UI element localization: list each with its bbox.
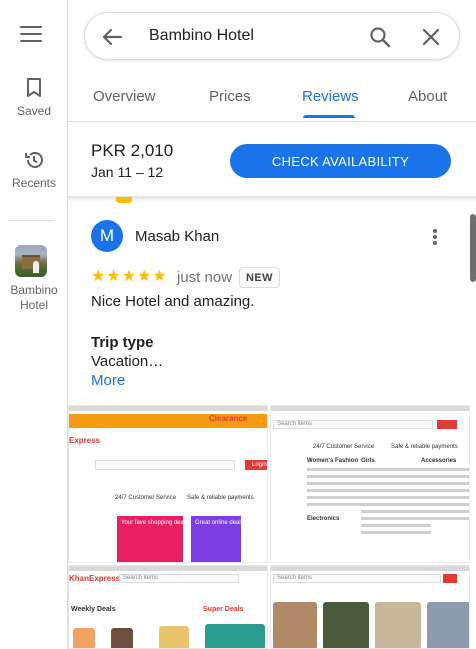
reviewer-name[interactable]: Masab Khan	[135, 228, 219, 245]
photo-2-search: Search items	[277, 421, 313, 427]
review-time: just now	[177, 269, 233, 286]
photo-2-electronics: Electronics	[307, 516, 340, 522]
tab-reviews[interactable]: Reviews	[302, 88, 359, 105]
review-photos: Clearance Express Login 24/7 Customer Se…	[68, 405, 470, 649]
photo-2-accessories: Accessories	[421, 458, 457, 464]
tab-prices[interactable]: Prices	[209, 88, 251, 105]
rail-item-place-label[interactable]: Bambino Hotel	[0, 283, 68, 313]
previous-item-peek	[116, 197, 132, 203]
rail-item-recents[interactable]: Recents	[0, 150, 68, 190]
photo-2-payments: Safe & reliable payments	[391, 444, 458, 450]
place-tabs: Overview Prices Reviews About	[68, 76, 476, 122]
reviewer-avatar[interactable]: M	[91, 220, 123, 252]
rail-item-saved-label: Saved	[16, 104, 52, 118]
review-text: Nice Hotel and amazing.	[91, 293, 255, 310]
review-photo-4[interactable]: Search items	[270, 565, 470, 649]
more-link[interactable]: More	[91, 372, 125, 389]
photo-2-women: Women's Fashion	[307, 458, 358, 464]
menu-icon[interactable]	[20, 26, 42, 44]
tab-about[interactable]: About	[408, 88, 447, 105]
side-rail: Saved Recents Bambino Hotel	[0, 0, 68, 649]
search-icon[interactable]	[369, 26, 391, 48]
photo-4-search: Search items	[277, 575, 313, 581]
back-arrow-icon[interactable]	[101, 26, 123, 48]
photo-2-service: 24/7 Customer Service	[313, 444, 375, 450]
rail-divider	[8, 220, 54, 221]
search-box: Bambino Hotel	[84, 12, 460, 60]
place-thumbnail[interactable]	[15, 245, 47, 277]
review-photo-2[interactable]: Search items 24/7 Customer Service Safe …	[270, 405, 470, 563]
photo-1-login: Login	[252, 462, 267, 468]
check-availability-button[interactable]: CHECK AVAILABILITY	[230, 144, 451, 178]
bookmark-icon	[27, 78, 41, 97]
photo-3-search: Search items	[123, 575, 159, 581]
search-input[interactable]: Bambino Hotel	[149, 27, 254, 45]
new-badge: NEW	[239, 267, 280, 288]
rail-item-saved[interactable]: Saved	[0, 78, 68, 118]
rail-item-recents-label: Recents	[11, 176, 57, 190]
history-icon	[25, 152, 43, 168]
photo-3-weekly: Weekly Deals	[71, 606, 116, 613]
photo-1-fave: Your fave shopping deals	[121, 520, 189, 526]
photo-1-service: 24/7 Customer Service	[115, 495, 177, 501]
photo-1-brand: Express	[69, 436, 101, 445]
more-options-icon[interactable]	[432, 229, 438, 245]
close-icon[interactable]	[421, 27, 441, 47]
star-rating: ★★★★★	[91, 268, 168, 285]
active-tab-indicator	[303, 115, 355, 118]
photo-2-girls: Girls	[361, 458, 375, 464]
photo-1-online: Great online deals	[195, 520, 244, 526]
review-photo-3[interactable]: KhanExpress Search items Weekly Deals Su…	[68, 565, 268, 649]
photo-3-brand: KhanExpress	[69, 574, 121, 583]
trip-type-value: Vacation…	[91, 353, 164, 370]
price: PKR 2,010	[91, 141, 174, 160]
scrollbar-thumb[interactable]	[470, 214, 476, 282]
photo-1-payments: Safe & reliable payments	[187, 495, 254, 501]
photo-3-super: Super Deals	[203, 606, 244, 613]
review-photo-1[interactable]: Clearance Express Login 24/7 Customer Se…	[68, 405, 268, 563]
stay-dates[interactable]: Jan 11 – 12	[91, 164, 163, 180]
trip-type-heading: Trip type	[91, 334, 154, 351]
tab-overview[interactable]: Overview	[93, 88, 156, 105]
photo-1-clearance: Clearance	[209, 414, 248, 423]
